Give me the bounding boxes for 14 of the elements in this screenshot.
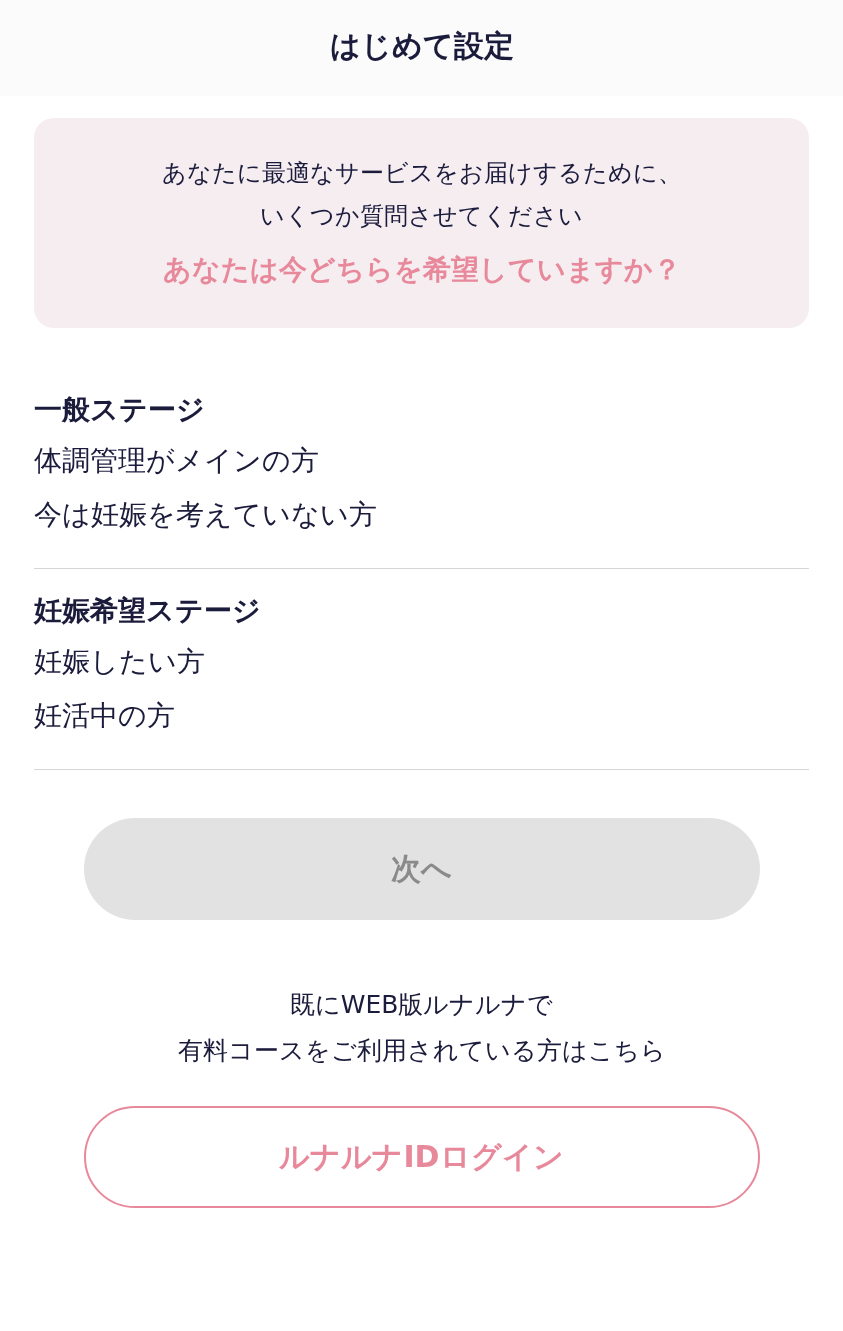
option-description: 妊活中の方 [34,698,175,734]
option-description: 今は妊娠を考えていない方 [34,497,377,533]
option-description: 妊娠したい方 [34,644,205,680]
intro-text: いくつか質問させてください [260,201,583,232]
page-title: はじめて設定 [329,26,514,65]
stage-option[interactable]: 妊娠希望ステージ 妊娠したい方 妊活中の方 [34,569,809,770]
option-title: 一般ステージ [34,392,205,428]
login-note-text: 有料コースをご利用されている方はこちら [177,1035,666,1067]
intro-text: あなたに最適なサービスをお届けするために、 [161,158,682,189]
option-title: 妊娠希望ステージ [34,593,261,629]
login-note-text: 既にWEB版ルナルナで [289,989,554,1021]
option-description: 体調管理がメインの方 [34,443,319,479]
stage-option[interactable]: 一般ステージ 体調管理がメインの方 今は妊娠を考えていない方 [34,368,809,569]
question-text: あなたは今どちらを希望していますか？ [162,252,681,288]
